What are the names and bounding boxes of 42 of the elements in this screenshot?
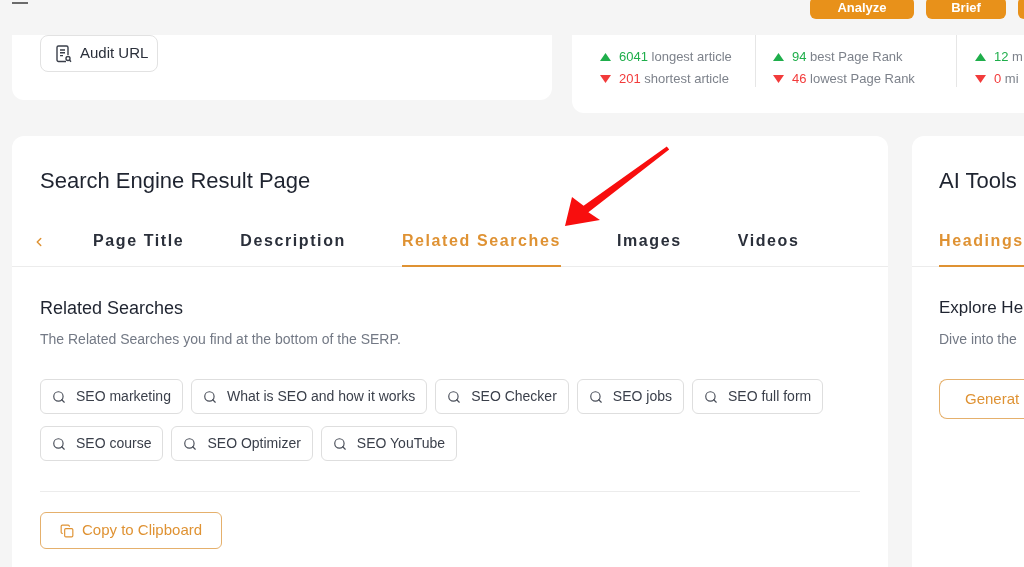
- up-triangle-icon: [773, 53, 784, 61]
- section-heading: Related Searches: [40, 297, 185, 320]
- search-icon: [183, 436, 198, 451]
- search-chip[interactable]: SEO course: [40, 426, 164, 461]
- stat-text: 0 mi: [994, 71, 1019, 87]
- tab[interactable]: Images: [616, 229, 682, 267]
- stat-text: 94 best Page Rank: [792, 49, 903, 65]
- search-icon: [703, 389, 718, 404]
- search-chip[interactable]: What is SEO and how it works: [190, 379, 428, 414]
- tab[interactable]: Description: [240, 229, 346, 267]
- search-chip[interactable]: SEO Checker: [435, 379, 569, 414]
- section-description: The Related Searches you find at the bottom of the SERP.: [40, 330, 402, 349]
- tab[interactable]: Page Title: [93, 229, 185, 267]
- search-icon: [52, 389, 66, 404]
- copy-icon: [60, 523, 74, 538]
- up-triangle-icon: [975, 53, 986, 61]
- search-chip[interactable]: SEO full form: [691, 379, 824, 414]
- down-triangle-icon: [773, 75, 784, 83]
- search-icon: [588, 389, 603, 404]
- section-heading: Explore He: [939, 297, 1024, 319]
- tab[interactable]: Videos: [737, 229, 800, 267]
- search-icon: [52, 436, 66, 451]
- card-title: AI Tools: [939, 167, 1017, 195]
- document-search-icon: [56, 44, 72, 63]
- search-icon: [447, 389, 462, 404]
- search-icon: [332, 436, 347, 451]
- stat-text: 12 m: [994, 49, 1023, 65]
- section-description: Dive into the: [939, 330, 1018, 349]
- up-triangle-icon: [600, 53, 611, 61]
- card-title: Search Engine Result Page: [40, 167, 311, 195]
- audit-url-button[interactable]: Audit URL: [40, 35, 158, 72]
- search-chip[interactable]: SEO jobs: [576, 379, 684, 414]
- search-chip[interactable]: SEO Optimizer: [171, 426, 313, 461]
- down-triangle-icon: [975, 75, 986, 83]
- search-chip[interactable]: SEO YouTube: [320, 426, 458, 461]
- down-triangle-icon: [600, 75, 611, 83]
- stat-text: 6041 longest article: [619, 49, 732, 65]
- toolbar-button[interactable]: [1018, 0, 1024, 19]
- stat-text: 46 lowest Page Rank: [792, 71, 915, 87]
- stat-text: 201 shortest article: [619, 71, 729, 87]
- search-icon: [202, 389, 217, 404]
- search-chip[interactable]: SEO marketing: [40, 379, 183, 414]
